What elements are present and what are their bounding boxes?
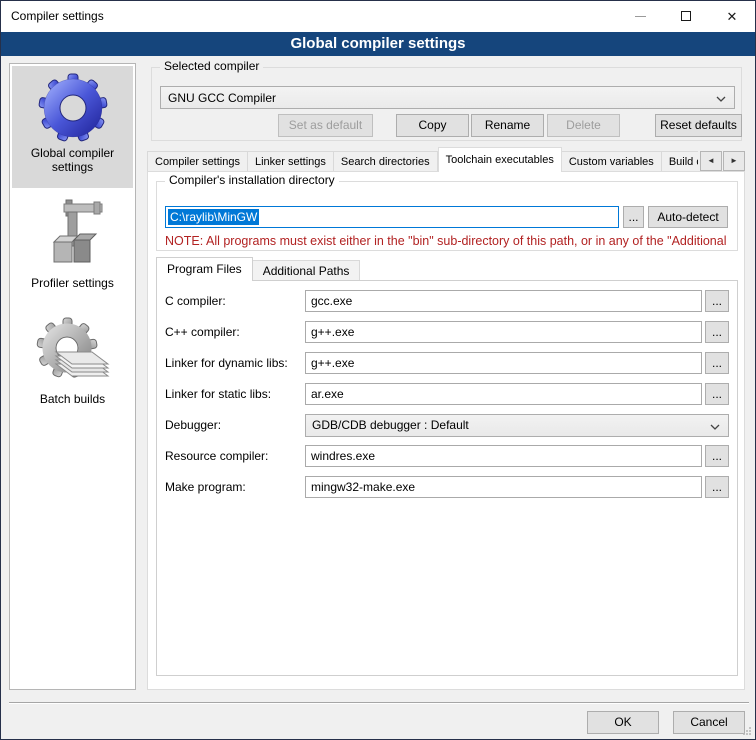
compiler-settings-dialog: Compiler settings ✕ Global compiler sett… xyxy=(0,0,756,740)
maximize-icon xyxy=(681,11,691,21)
settings-sidebar: Global compiler settings Profiler settin… xyxy=(9,63,136,690)
resource-compiler-row: Resource compiler: windres.exe ... xyxy=(157,445,737,468)
subtab-program-files[interactable]: Program Files xyxy=(156,257,253,281)
browse-cpp-compiler-button[interactable]: ... xyxy=(705,321,729,343)
minimize-button[interactable] xyxy=(617,1,663,31)
ok-button[interactable]: OK xyxy=(587,711,659,734)
cancel-button[interactable]: Cancel xyxy=(673,711,745,734)
tab-scroll-left-button[interactable]: ◄ xyxy=(700,151,722,171)
toolchain-executables-panel: Compiler's installation directory C:\ray… xyxy=(147,171,745,690)
caliper-icon xyxy=(40,198,106,274)
chevron-down-icon xyxy=(716,96,726,102)
resource-compiler-label: Resource compiler: xyxy=(165,449,268,463)
sidebar-item-batch-builds[interactable]: Batch builds xyxy=(12,312,133,416)
minimize-icon xyxy=(635,16,646,17)
sidebar-item-label: Profiler settings xyxy=(12,274,133,296)
gear-blue-icon xyxy=(37,72,109,144)
resize-grip[interactable] xyxy=(742,726,752,736)
debugger-dropdown[interactable]: GDB/CDB debugger : Default xyxy=(305,414,729,437)
dynamic-linker-input[interactable]: g++.exe xyxy=(305,352,702,374)
sidebar-item-global-compiler-settings[interactable]: Global compiler settings xyxy=(12,66,133,188)
installation-directory-value: C:\raylib\MinGW xyxy=(168,209,259,225)
debugger-label: Debugger: xyxy=(165,418,221,432)
make-program-input[interactable]: mingw32-make.exe xyxy=(305,476,702,498)
program-files-panel: C compiler: gcc.exe ... C++ compiler: g+… xyxy=(156,280,738,676)
sidebar-item-profiler-settings[interactable]: Profiler settings xyxy=(12,194,133,294)
gear-stack-icon xyxy=(34,316,112,390)
bin-subdirectory-note: NOTE: All programs must exist either in … xyxy=(165,234,737,248)
browse-c-compiler-button[interactable]: ... xyxy=(705,290,729,312)
close-icon: ✕ xyxy=(727,10,738,23)
auto-detect-button[interactable]: Auto-detect xyxy=(648,206,728,228)
window-controls: ✕ xyxy=(617,1,755,31)
c-compiler-input[interactable]: gcc.exe xyxy=(305,290,702,312)
resource-compiler-input[interactable]: windres.exe xyxy=(305,445,702,467)
dynamic-linker-row: Linker for dynamic libs: g++.exe ... xyxy=(157,352,737,375)
page-title: Global compiler settings xyxy=(1,32,755,56)
sidebar-item-label: Batch builds xyxy=(12,390,133,412)
dynamic-linker-label: Linker for dynamic libs: xyxy=(165,356,288,370)
compiler-tabs: Compiler settings Linker settings Search… xyxy=(147,147,698,172)
debugger-value: GDB/CDB debugger : Default xyxy=(312,418,469,432)
tab-custom-variables[interactable]: Custom variables xyxy=(562,151,662,172)
selected-compiler-dropdown[interactable]: GNU GCC Compiler xyxy=(160,86,735,109)
maximize-button[interactable] xyxy=(663,1,709,31)
tab-build-options[interactable]: Build options xyxy=(662,151,698,172)
browse-install-dir-button[interactable]: ... xyxy=(623,206,644,228)
tab-scroll-right-button[interactable]: ► xyxy=(723,151,745,171)
selected-compiler-value: GNU GCC Compiler xyxy=(168,91,276,105)
delete-button[interactable]: Delete xyxy=(547,114,620,137)
close-button[interactable]: ✕ xyxy=(709,1,755,31)
cpp-compiler-label: C++ compiler: xyxy=(165,325,240,339)
tab-toolchain-executables[interactable]: Toolchain executables xyxy=(438,147,562,172)
browse-static-linker-button[interactable]: ... xyxy=(705,383,729,405)
make-program-row: Make program: mingw32-make.exe ... xyxy=(157,476,737,499)
tab-search-directories[interactable]: Search directories xyxy=(334,151,438,172)
browse-dynamic-linker-button[interactable]: ... xyxy=(705,352,729,374)
reset-defaults-button[interactable]: Reset defaults xyxy=(655,114,742,137)
subtab-additional-paths[interactable]: Additional Paths xyxy=(253,260,361,281)
footer-divider xyxy=(9,702,749,704)
static-linker-row: Linker for static libs: ar.exe ... xyxy=(157,383,737,406)
browse-make-program-button[interactable]: ... xyxy=(705,476,729,498)
installation-directory-group: Compiler's installation directory C:\ray… xyxy=(156,181,738,251)
debugger-row: Debugger: GDB/CDB debugger : Default xyxy=(157,414,737,437)
rename-button[interactable]: Rename xyxy=(471,114,544,137)
c-compiler-row: C compiler: gcc.exe ... xyxy=(157,290,737,313)
set-as-default-button[interactable]: Set as default xyxy=(278,114,373,137)
installation-directory-label: Compiler's installation directory xyxy=(165,173,339,187)
sidebar-item-label: Global compiler settings xyxy=(12,144,133,180)
window-title: Compiler settings xyxy=(11,9,104,23)
c-compiler-label: C compiler: xyxy=(165,294,226,308)
tab-linker-settings[interactable]: Linker settings xyxy=(248,151,334,172)
chevron-down-icon xyxy=(710,424,720,430)
static-linker-input[interactable]: ar.exe xyxy=(305,383,702,405)
cpp-compiler-row: C++ compiler: g++.exe ... xyxy=(157,321,737,344)
tab-compiler-settings[interactable]: Compiler settings xyxy=(147,151,248,172)
installation-directory-input[interactable]: C:\raylib\MinGW xyxy=(165,206,619,228)
paths-subtabs: Program Files Additional Paths xyxy=(156,257,360,281)
copy-button[interactable]: Copy xyxy=(396,114,469,137)
make-program-label: Make program: xyxy=(165,480,246,494)
static-linker-label: Linker for static libs: xyxy=(165,387,271,401)
browse-resource-compiler-button[interactable]: ... xyxy=(705,445,729,467)
titlebar: Compiler settings ✕ xyxy=(1,1,755,32)
selected-compiler-group-label: Selected compiler xyxy=(160,59,263,73)
cpp-compiler-input[interactable]: g++.exe xyxy=(305,321,702,343)
